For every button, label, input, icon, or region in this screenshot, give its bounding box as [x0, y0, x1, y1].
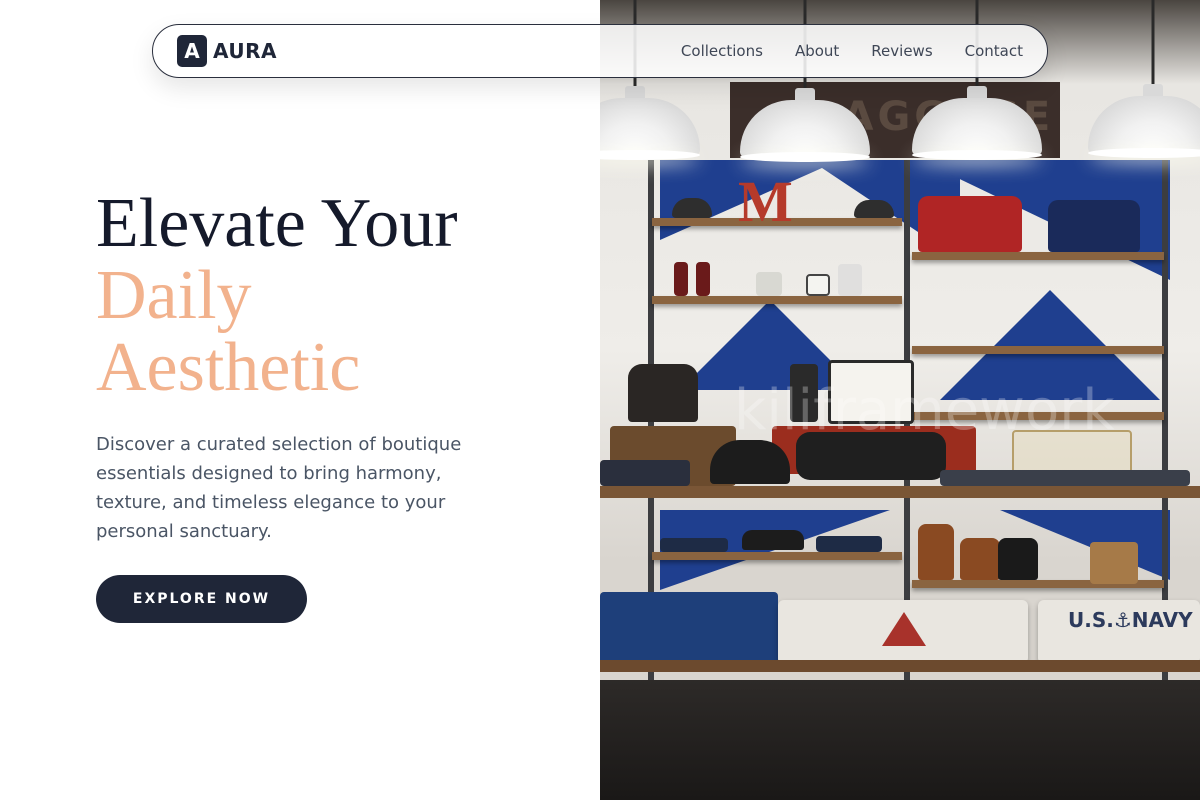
product-jar	[838, 264, 862, 296]
brand-logo[interactable]: A AURA	[177, 35, 277, 67]
tee-print-text: U.S.⚓NAVY	[1068, 608, 1193, 632]
nav-link-reviews[interactable]: Reviews	[871, 42, 932, 60]
product-hat	[672, 198, 712, 218]
nav-link-about[interactable]: About	[795, 42, 839, 60]
hero-photo: BAGGAGE M U.S.⚓NAVY	[600, 0, 1200, 800]
hero-section: Elevate Your Daily Aesthetic Discover a …	[0, 0, 600, 800]
explore-now-button[interactable]: EXPLORE NOW	[96, 575, 307, 623]
pendant-lamp	[740, 0, 870, 168]
wall-shelf	[652, 296, 902, 304]
pendant-lamp	[912, 0, 1042, 166]
nav-links: Collections About Reviews Contact	[681, 25, 1023, 77]
display-table	[600, 660, 1200, 672]
product-bag	[918, 196, 1022, 252]
folded-clothes	[600, 460, 690, 486]
folded-clothes	[600, 592, 778, 664]
folded-clothes	[816, 536, 882, 552]
wall-shelf	[912, 252, 1164, 260]
product-bag	[1048, 200, 1140, 252]
product-hat	[854, 200, 894, 218]
nav-link-collections[interactable]: Collections	[681, 42, 763, 60]
headline-line-1: Elevate Your	[96, 185, 458, 262]
wall-shelf	[912, 346, 1164, 354]
product-boot	[918, 524, 954, 580]
display-table	[600, 486, 1200, 498]
product-bottle	[696, 262, 710, 296]
product-bottle	[674, 262, 688, 296]
product-plant	[756, 272, 782, 296]
brand-name: AURA	[213, 39, 277, 63]
nav-link-contact[interactable]: Contact	[965, 42, 1023, 60]
photo-floor	[600, 680, 1200, 800]
top-navigation: A AURA Collections About Reviews Contact	[152, 24, 1048, 78]
product-boot	[960, 538, 1000, 580]
headline-line-3: Aesthetic	[96, 329, 361, 406]
headline-line-2: Daily	[96, 257, 252, 334]
product-frame	[806, 274, 830, 296]
product-shoe	[742, 530, 804, 550]
photo-watermark: kiliframework	[734, 378, 1115, 443]
product-cap	[710, 440, 790, 484]
hero-description: Discover a curated selection of boutique…	[96, 434, 462, 542]
product-boot	[628, 364, 698, 422]
wall-shelf	[652, 552, 902, 560]
folded-clothes	[940, 470, 1190, 486]
brand-mark-icon: A	[177, 35, 207, 67]
product-box	[1090, 542, 1138, 584]
hero-headline: Elevate Your Daily Aesthetic	[96, 188, 458, 404]
product-boot	[998, 538, 1038, 580]
pendant-lamp	[600, 0, 700, 166]
photo-letter-m: M	[738, 169, 793, 234]
pendant-lamp	[1088, 0, 1200, 164]
folded-clothes	[660, 538, 728, 552]
maple-leaf-icon	[882, 612, 926, 646]
